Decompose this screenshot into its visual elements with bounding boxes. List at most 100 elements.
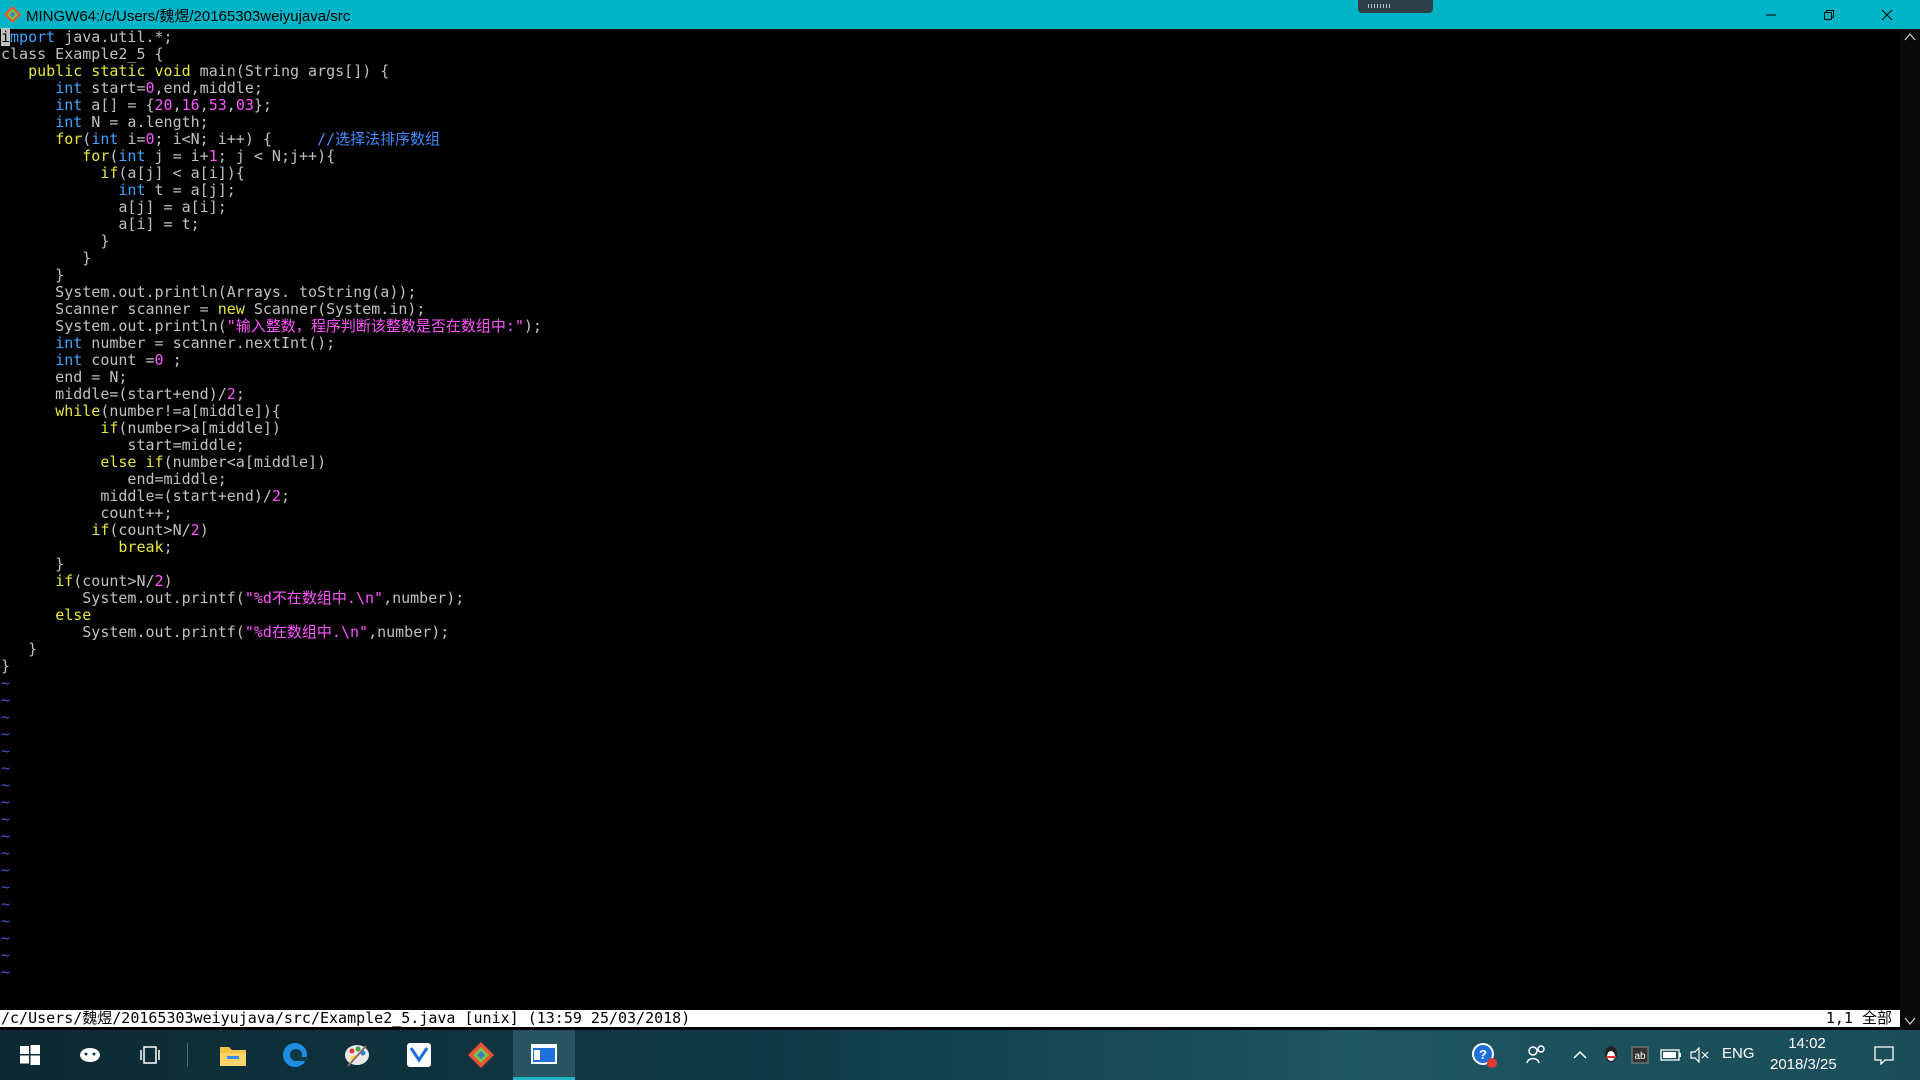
code-line[interactable]: int count =0 ; [1, 352, 542, 369]
scroll-down-arrow-icon[interactable] [1904, 1016, 1916, 1026]
help-tray-button[interactable]: ? [1466, 1030, 1502, 1080]
battery-icon [1660, 1049, 1681, 1061]
code-line[interactable]: import java.util.*; [1, 28, 542, 46]
terminal-taskbar-button[interactable] [513, 1030, 575, 1080]
scroll-up-arrow-icon[interactable] [1904, 32, 1916, 42]
qq-tray-button[interactable] [1600, 1030, 1622, 1080]
code-line[interactable]: else if(number<a[middle]) [1, 454, 542, 471]
empty-line-marker: ~ [1, 878, 11, 896]
language-indicator[interactable]: ENG [1722, 1045, 1755, 1062]
code-line[interactable]: class Example2_5 { [1, 46, 542, 63]
action-center-button[interactable] [1864, 1030, 1904, 1080]
code-line[interactable]: for(int j = i+1; j < N;j++){ [1, 148, 542, 165]
paint-button[interactable] [332, 1030, 382, 1080]
code-token: break [118, 538, 164, 556]
empty-line-marker: ~ [1, 963, 11, 981]
code-token: 16 [181, 96, 200, 114]
start-button[interactable] [0, 1030, 60, 1080]
code-token: 1 [208, 147, 218, 165]
input-method-tray-button[interactable]: ab [1628, 1030, 1652, 1080]
git-button[interactable] [456, 1030, 506, 1080]
code-token: ; j < N;j++){ [217, 147, 336, 165]
code-line[interactable]: if(a[j] < a[i]){ [1, 165, 542, 182]
code-token: ); [523, 317, 542, 335]
close-button[interactable] [1864, 0, 1910, 29]
code-line[interactable]: System.out.printf("%d在数组中.\n",number); [1, 624, 542, 641]
file-explorer-button[interactable] [208, 1030, 258, 1080]
code-line[interactable]: System.out.println("输入整数，程序判断该整数是否在数组中:"… [1, 318, 542, 335]
svg-text:?: ? [1479, 1047, 1487, 1062]
code-line[interactable]: if(number>a[middle]) [1, 420, 542, 437]
code-token: number = scanner.nextInt(); [82, 334, 336, 352]
empty-line-marker: ~ [1, 912, 11, 930]
code-line[interactable]: end=middle; [1, 471, 542, 488]
code-line[interactable]: end = N; [1, 369, 542, 386]
code-line[interactable]: System.out.printf("%d不在数组中.\n",number); [1, 590, 542, 607]
code-line[interactable]: } [1, 641, 542, 658]
code-line[interactable]: int number = scanner.nextInt(); [1, 335, 542, 352]
restore-button[interactable] [1806, 0, 1852, 29]
feishu-app-button[interactable] [394, 1030, 444, 1080]
code-line[interactable]: while(number!=a[middle]){ [1, 403, 542, 420]
code-token: int [55, 351, 83, 369]
title-bar[interactable]: MINGW64:/c/Users/魏煜/20165303weiyujava/sr… [0, 0, 1920, 29]
cortana-button[interactable] [60, 1030, 120, 1080]
code-token: "输入整数，程序判断该整数是否在数组中:" [226, 317, 524, 335]
edge-browser-button[interactable] [270, 1030, 320, 1080]
code-token: end=middle; [1, 470, 227, 488]
taskbar-divider [187, 1043, 188, 1067]
volume-tray-button[interactable] [1688, 1030, 1712, 1080]
code-token: , [226, 96, 236, 114]
people-tray-button[interactable] [1520, 1030, 1552, 1080]
code-buffer[interactable]: import java.util.*; class Example2_5 { pu… [1, 28, 542, 981]
code-token: public static void [28, 62, 191, 80]
code-line[interactable]: middle=(start+end)/2; [1, 386, 542, 403]
code-line[interactable]: int start=0,end,middle; [1, 80, 542, 97]
code-line[interactable]: } [1, 250, 542, 267]
code-line[interactable]: System.out.println(Arrays. toString(a)); [1, 284, 542, 301]
code-line[interactable]: break; [1, 539, 542, 556]
code-token: 53 [208, 96, 227, 114]
code-line[interactable]: for(int i=0; i<N; i++) { //选择法排序数组 [1, 131, 542, 148]
code-line[interactable]: } [1, 658, 542, 675]
show-hidden-icons-button[interactable] [1570, 1030, 1590, 1080]
clock-time[interactable]: 14:02 [1786, 1035, 1828, 1052]
code-line[interactable]: Scanner scanner = new Scanner(System.in)… [1, 301, 542, 318]
code-line[interactable]: int a[] = {20,16,53,03}; [1, 97, 542, 114]
code-line[interactable]: } [1, 556, 542, 573]
code-line[interactable]: count++; [1, 505, 542, 522]
code-line[interactable]: public static void main(String args[]) { [1, 63, 542, 80]
terminal-area[interactable]: import java.util.*; class Example2_5 { pu… [0, 28, 1900, 1029]
vertical-scrollbar[interactable] [1900, 29, 1920, 1030]
code-line[interactable]: } [1, 233, 542, 250]
minimize-button[interactable] [1748, 0, 1794, 29]
code-line[interactable]: else [1, 607, 542, 624]
code-line[interactable]: middle=(start+end)/2; [1, 488, 542, 505]
battery-tray-button[interactable] [1656, 1030, 1686, 1080]
code-line[interactable]: int t = a[j]; [1, 182, 542, 199]
clock-date[interactable]: 2018/3/25 [1770, 1056, 1837, 1073]
code-token: ; i<N; i++) { [154, 130, 318, 148]
git-bash-icon [3, 5, 22, 24]
code-line[interactable]: int N = a.length; [1, 114, 542, 131]
code-token: System.out.println( [1, 317, 227, 335]
code-token: , [199, 96, 209, 114]
code-token: ,end,middle; [154, 79, 263, 97]
code-line[interactable]: if(count>N/2) [1, 522, 542, 539]
code-line[interactable]: if(count>N/2) [1, 573, 542, 590]
windows-start-icon [20, 1045, 40, 1065]
empty-line-marker: ~ [1, 776, 11, 794]
code-token: } [1, 249, 92, 267]
task-view-button[interactable] [120, 1030, 180, 1080]
code-line[interactable]: start=middle; [1, 437, 542, 454]
code-line[interactable]: a[i] = t; [1, 216, 542, 233]
people-icon [1526, 1045, 1545, 1064]
window-grip-handle[interactable] [1358, 0, 1433, 13]
code-line[interactable]: } [1, 267, 542, 284]
code-line[interactable]: a[j] = a[i]; [1, 199, 542, 216]
